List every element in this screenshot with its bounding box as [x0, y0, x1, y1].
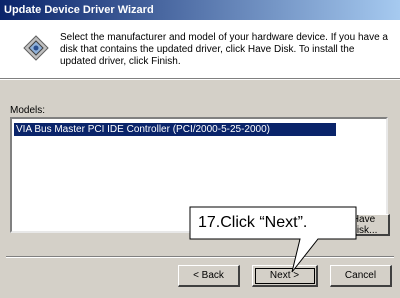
- models-list-item[interactable]: VIA Bus Master PCI IDE Controller (PCI/2…: [14, 123, 336, 136]
- window-title: Update Device Driver Wizard: [4, 4, 154, 16]
- header-instructions: Select the manufacturer and model of you…: [60, 32, 388, 67]
- next-button[interactable]: Next >: [252, 265, 318, 287]
- title-bar: Update Device Driver Wizard: [0, 0, 400, 20]
- wizard-header: Select the manufacturer and model of you…: [0, 20, 400, 79]
- hardware-wizard-icon: [23, 35, 49, 61]
- footer-divider: [6, 256, 394, 258]
- models-label: Models:: [10, 105, 46, 116]
- back-button[interactable]: < Back: [178, 265, 240, 287]
- cancel-button[interactable]: Cancel: [330, 265, 392, 287]
- header-divider: [0, 79, 400, 80]
- annotation-text: 17.Click “Next”.: [198, 214, 308, 231]
